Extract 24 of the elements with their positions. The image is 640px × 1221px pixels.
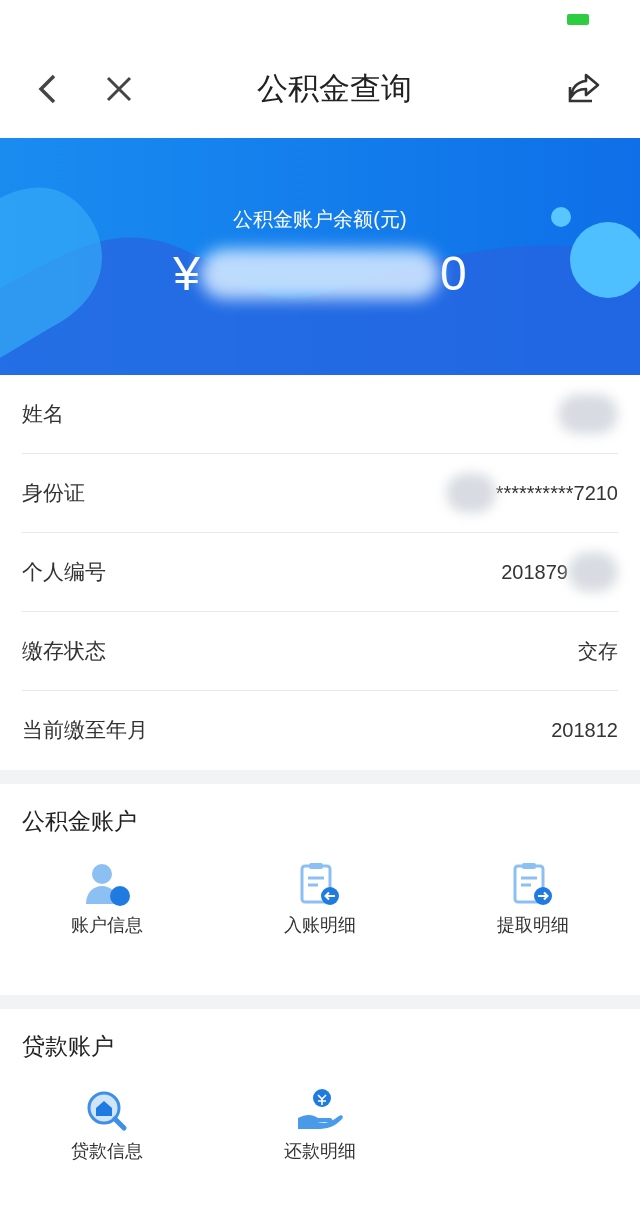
menu-item[interactable]: 贷款信息 [0,1085,214,1165]
menu-item[interactable]: 账户信息 [0,860,214,940]
section-title: 公积金账户 [21,806,138,836]
menu-item[interactable]: 入账明细 [213,860,427,940]
menu-item[interactable]: 还款明细 [213,1085,427,1165]
blurred-text [568,551,618,592]
currency-symbol: ¥ [173,245,200,302]
row-label: 身份证 [22,479,85,506]
row-value: 交存 [578,638,618,664]
row-label: 当前缴至年月 [22,717,148,744]
row-label: 姓名 [22,400,64,427]
section-title: 贷款账户 [21,1032,115,1062]
blurred-text [445,472,496,513]
balance-label: 公积金账户余额(元) [233,206,407,232]
row-value: 201879 [501,559,568,585]
row-label: 缴存状态 [22,637,106,664]
balance-amount: 0 [440,245,467,302]
row-label: 个人编号 [22,558,106,585]
blurred-text [558,393,618,434]
battery-icon [567,14,589,25]
row-value: **********7210 [495,480,618,506]
page-title: 公积金查询 [255,69,413,108]
menu-item[interactable]: 提取明细 [426,860,640,940]
row-value: 201812 [551,718,618,744]
